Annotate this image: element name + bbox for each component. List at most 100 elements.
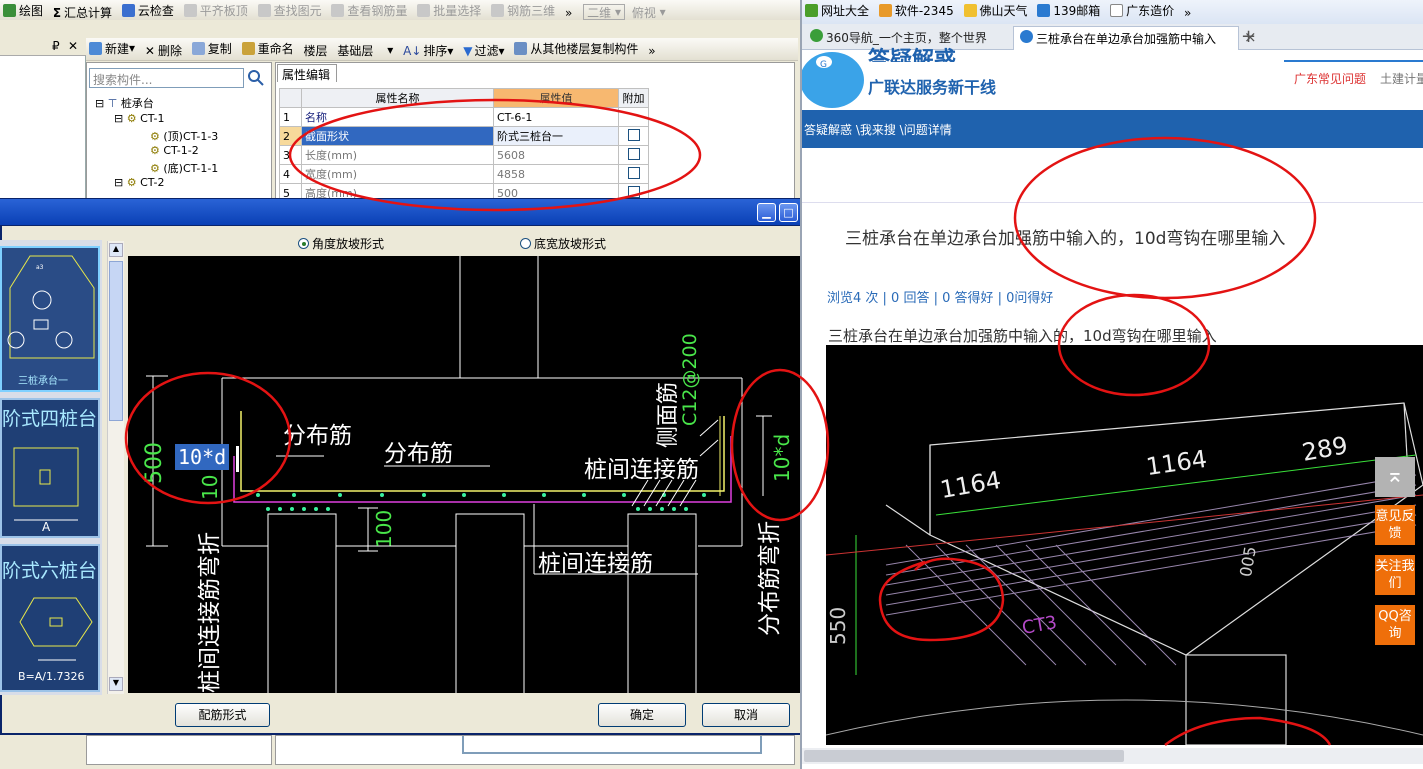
link-civil[interactable]: 土建计量 — [1380, 70, 1423, 87]
new-tab-icon[interactable]: + — [1241, 26, 1256, 47]
toolbar-find[interactable]: 查找图元 — [255, 0, 325, 20]
tree-node[interactable]: ⊟ ⚙ CT-2 — [114, 176, 164, 189]
cad-canvas[interactable]: 10*d 500 10 100 10*d C12@200 侧面筋 分布筋 分布筋… — [128, 256, 823, 693]
scroll-thumb[interactable] — [804, 750, 1124, 762]
maximize-icon[interactable]: □ — [779, 203, 798, 222]
qq-consult-button[interactable]: QQ咨询 — [1375, 605, 1415, 645]
rename-button[interactable]: 重命名 — [239, 38, 297, 58]
table-row[interactable]: 3 长度(mm) 5608 — [279, 145, 649, 165]
new-icon — [89, 41, 102, 55]
pile-connect-label-2: 桩间连接筋 — [538, 551, 653, 577]
find-icon — [257, 3, 271, 17]
thumb-four-pile-cap[interactable]: 阶式四桩台 A — [0, 398, 100, 538]
tree-root[interactable]: ⊟ ⊤ 桩承台 — [95, 95, 154, 111]
scroll-down-icon[interactable]: ▼ — [109, 677, 123, 691]
fav-item[interactable]: 佛山天气 — [961, 0, 1031, 20]
search-box-edge[interactable] — [1284, 48, 1423, 62]
thumbnail-scrollbar[interactable]: ▲ ▼ — [107, 241, 124, 694]
text-cursor — [236, 446, 239, 472]
thumb-label: 阶式四桩台 — [2, 408, 98, 430]
tab-property-edit[interactable]: 属性编辑 — [277, 64, 337, 82]
table-row[interactable]: 2 截面形状 阶式三桩台一 — [279, 126, 649, 146]
rebar-icon — [331, 3, 345, 17]
extra-checkbox[interactable] — [627, 185, 640, 198]
pile-cap-icon: ⊤ — [107, 97, 118, 110]
extra-checkbox[interactable] — [627, 128, 640, 141]
thumb-six-pile-cap[interactable]: 阶式六桩台 B=A/1.7326 — [0, 544, 100, 692]
filter-button[interactable]: ▼ 过滤 ▾ — [460, 41, 507, 61]
toolbar-flush-top[interactable]: 平齐板顶 — [181, 0, 251, 20]
tab-question[interactable]: 三桩承台在单边承台加强筋中输入 — [1013, 26, 1239, 50]
toolbar-sum[interactable]: Σ 汇总计算 — [50, 3, 115, 21]
component-icon: ⚙ — [126, 112, 137, 125]
dim-10: 10 — [198, 474, 222, 500]
svg-text:G: G — [820, 60, 827, 70]
side-spec-label: C12@200 — [679, 333, 701, 426]
copy-button[interactable]: 复制 — [189, 38, 235, 58]
radio-bottom-width[interactable]: 底宽放坡形式 — [520, 235, 606, 252]
thumb-three-pile-cap[interactable]: a3 三桩承台一 — [0, 246, 100, 392]
component-search-input[interactable]: 搜索构件... — [89, 68, 244, 88]
tree-node[interactable]: ⊟ ⚙ CT-1 — [114, 112, 164, 125]
tree-node[interactable]: ⚙ (底)CT-1-1 — [150, 160, 218, 176]
browser-hscrollbar[interactable] — [802, 748, 1423, 764]
sigma-icon: Σ — [52, 5, 62, 20]
link-guangdong-faq[interactable]: 广东常见问题 — [1294, 70, 1366, 87]
ok-button[interactable]: 确定 — [598, 703, 686, 727]
toolbar-view-rebar[interactable]: 查看钢筋量 — [328, 0, 410, 20]
toolbar-cloud-check[interactable]: 云检查 — [119, 0, 177, 20]
pile-bend-label: 桩间连接筋弯折 — [197, 532, 223, 693]
dialog-titlebar[interactable]: ▁ □ ✕ — [0, 199, 828, 225]
tree-node[interactable]: ⚙ (顶)CT-1-3 — [150, 128, 218, 144]
toolbar-batch[interactable]: 批量选择 — [414, 0, 484, 20]
tree-node[interactable]: ⚙ CT-1-2 — [150, 144, 199, 157]
site-icon — [878, 3, 892, 17]
back-to-top-icon[interactable]: ⌅ — [1375, 457, 1415, 497]
rebar-hook-input[interactable]: 10*d — [175, 444, 230, 470]
view-mode-select[interactable]: 俯视 ▾ — [629, 2, 669, 20]
delete-button[interactable]: ✕ 删除 — [142, 41, 185, 61]
dist-bend-label: 分布筋弯折 — [757, 521, 783, 636]
divider — [802, 202, 1423, 203]
fav-item[interactable]: 广东造价 — [1107, 0, 1177, 20]
fav-item[interactable]: 139邮箱 — [1034, 0, 1103, 20]
dim-100: 100 — [372, 509, 396, 548]
table-row[interactable]: 4 宽度(mm) 4858 — [279, 164, 649, 184]
fav-item[interactable]: 网址大全 — [802, 0, 872, 20]
breadcrumb[interactable]: 答疑解惑 \我来搜 \问题详情 — [804, 121, 952, 138]
scroll-thumb[interactable] — [109, 261, 123, 421]
new-button[interactable]: 新建 ▾ — [86, 38, 138, 58]
cancel-button[interactable]: 取消 — [702, 703, 790, 727]
table-row[interactable]: 1 名称 CT-6-1 — [279, 107, 649, 127]
nav-banner: 答疑解惑 \我来搜 \问题详情 — [802, 110, 1423, 148]
question-stats: 浏览4 次 | 0 回答 | 0 答得好 | 0问得好 — [827, 291, 1054, 306]
globe-icon — [810, 29, 823, 42]
minimize-icon[interactable]: ▁ — [757, 203, 776, 222]
toolbar-draw[interactable]: 绘图 — [0, 0, 46, 20]
toolbar-3d-rebar[interactable]: 钢筋三维 — [488, 0, 558, 20]
pin-icon[interactable]: ₽ — [52, 39, 60, 53]
extra-checkbox[interactable] — [627, 166, 640, 179]
extra-checkbox[interactable] — [627, 147, 640, 160]
favorites-bar: 网址大全 软件-2345 佛山天气 139邮箱 广东造价 » — [802, 0, 1423, 24]
follow-button[interactable]: 关注我们 — [1375, 555, 1415, 595]
scroll-up-icon[interactable]: ▲ — [109, 243, 123, 257]
fav-item[interactable]: 软件-2345 — [876, 0, 957, 20]
toolbar-more[interactable]: » — [562, 3, 575, 21]
main-toolbar: 绘图 Σ 汇总计算 云检查 平齐板顶 查找图元 查看钢筋量 批量选择 钢筋三维 »… — [0, 0, 800, 20]
view-2d-select[interactable]: 二维 ▾ — [583, 4, 625, 20]
feedback-button[interactable]: 意见反馈 — [1375, 505, 1415, 545]
rebar-form-button[interactable]: 配筋形式 — [175, 703, 270, 727]
toolbar2-more[interactable]: » — [645, 41, 658, 61]
fav-more[interactable]: » — [1181, 3, 1194, 23]
copy-from-floor-button[interactable]: 从其他楼层复制构件 — [511, 38, 641, 58]
draw-icon — [3, 3, 16, 17]
floor-label: 楼层 — [303, 43, 328, 58]
sort-button[interactable]: A↓ 排序 ▾ — [400, 41, 456, 61]
check-icon — [121, 3, 135, 17]
close-icon[interactable]: ✕ — [68, 39, 78, 53]
radio-angle[interactable]: 角度放坡形式 — [298, 235, 384, 252]
question-image[interactable]: 1164 1164 289 550 005 CT3 — [826, 345, 1423, 745]
search-icon[interactable] — [246, 68, 266, 88]
floor-select[interactable]: 基础层 ▾ — [334, 40, 396, 60]
